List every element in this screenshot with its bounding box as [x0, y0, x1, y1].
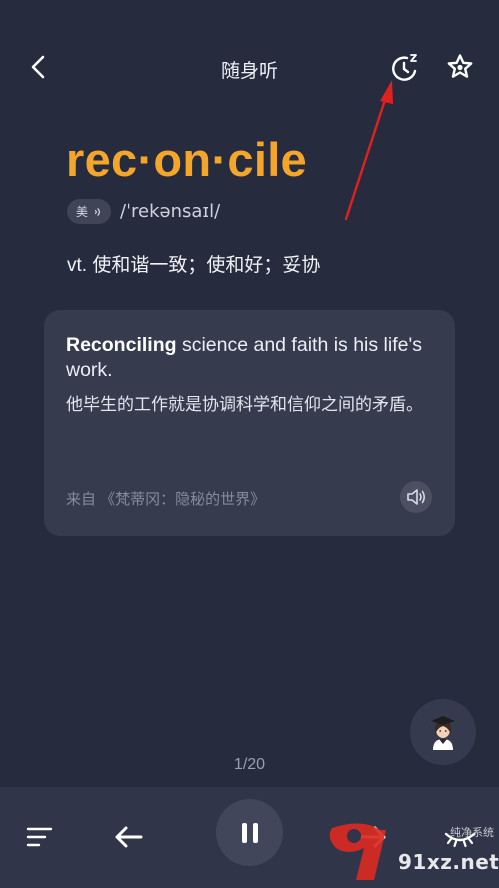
pronunciation-row: 美 /ˈrekənsaɪl/ — [67, 199, 220, 224]
example-card: Reconciling science and faith is his lif… — [44, 310, 455, 536]
playlist-button[interactable] — [25, 822, 55, 852]
accent-play-button[interactable]: 美 — [67, 199, 112, 224]
phonetic: /ˈrekənsaɪl/ — [120, 201, 221, 222]
watermark-label: 纯净系统 — [450, 827, 494, 839]
pause-button[interactable] — [216, 799, 283, 866]
previous-word-button[interactable] — [112, 820, 146, 854]
pause-icon — [241, 822, 258, 843]
example-speaker-button[interactable] — [400, 481, 432, 513]
sleep-timer-icon[interactable] — [388, 52, 420, 84]
example-source: 来自 《梵蒂冈：隐秘的世界》 — [66, 491, 266, 508]
accent-label: 美 — [76, 205, 89, 219]
definition: vt. 使和谐一致；使和好；妥协 — [67, 255, 321, 276]
speaker-icon — [407, 489, 426, 505]
page-title: 随身听 — [220, 61, 278, 82]
progress-indicator: 1/20 — [233, 756, 266, 773]
headword: rec·on·cile — [66, 133, 307, 186]
watermark-logo-icon — [329, 823, 386, 880]
example-highlight: Reconciling — [66, 334, 177, 356]
example-sentence: Reconciling science and faith is his lif… — [66, 333, 436, 383]
example-translation: 他毕生的工作就是协调科学和信仰之间的矛盾。 — [66, 395, 423, 414]
favorite-star-button[interactable] — [445, 52, 475, 82]
sound-wave-icon — [94, 207, 101, 216]
header: 随身听 — [0, 0, 499, 136]
site-watermark: 纯净系统 91xz.net — [326, 820, 499, 888]
watermark-text: 91xz.net — [398, 850, 499, 874]
avatar-icon — [431, 716, 455, 750]
